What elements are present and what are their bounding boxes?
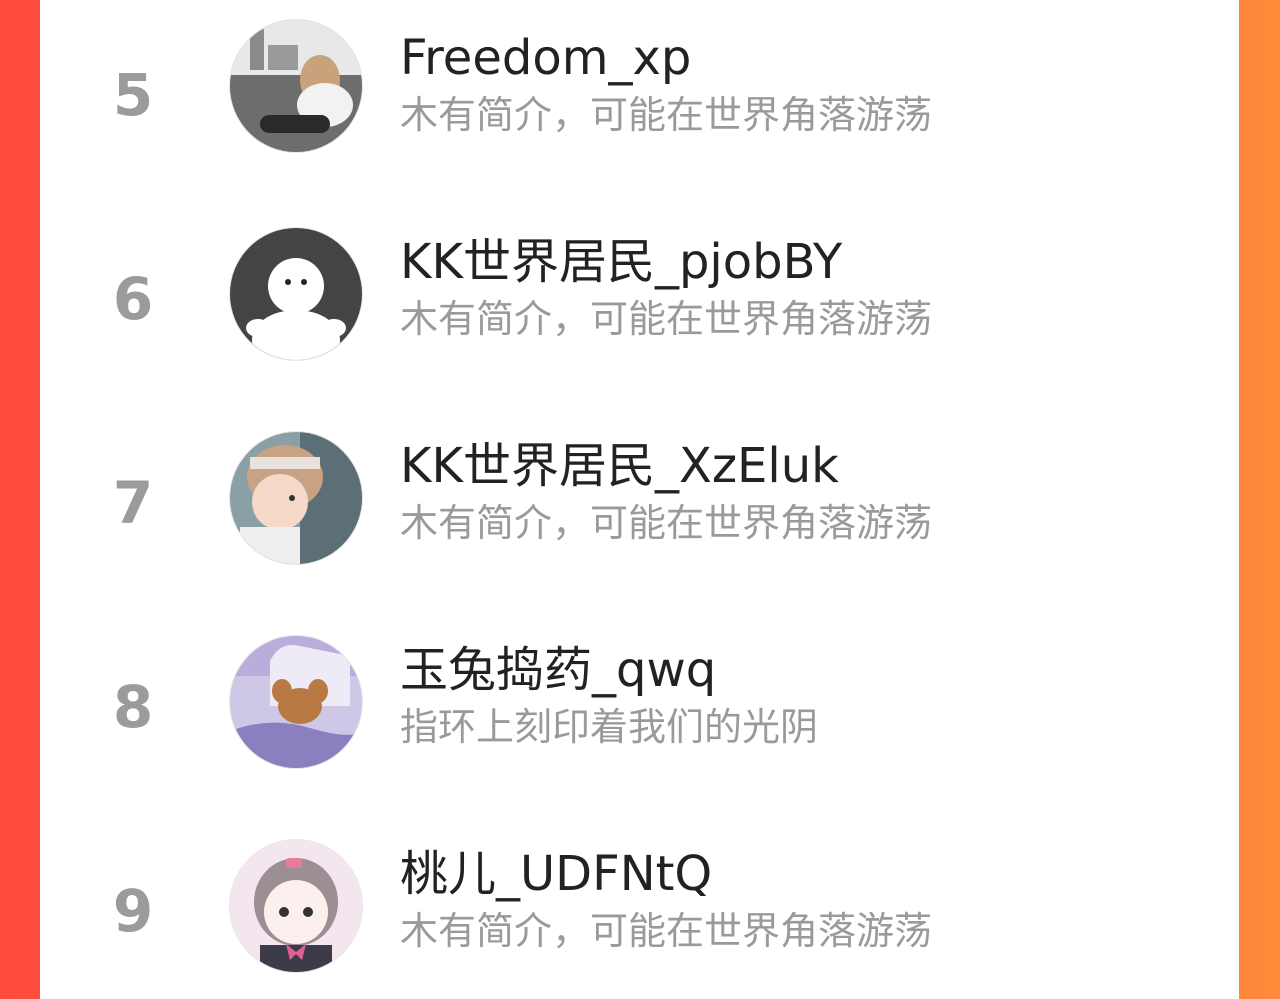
ranking-list-panel: 5 Freedom_xp 木有简介，可能在世界角落游荡 6 KK世界居民_pjo… <box>40 0 1239 999</box>
user-name[interactable]: Freedom_xp <box>400 34 691 82</box>
user-name[interactable]: 桃儿_UDFNtQ <box>400 850 712 898</box>
list-item[interactable]: 5 Freedom_xp 木有简介，可能在世界角落游荡 <box>40 12 1239 172</box>
user-name[interactable]: KK世界居民_XzEluk <box>400 442 839 490</box>
rank-number: 5 <box>112 61 154 129</box>
list-item[interactable]: 6 KK世界居民_pjobBY 木有简介，可能在世界角落游荡 <box>40 216 1239 376</box>
list-item[interactable]: 7 KK世界居民_XzEluk 木有简介，可能在世界角落游荡 <box>40 420 1239 580</box>
user-bio: 木有简介，可能在世界角落游荡 <box>400 501 933 545</box>
user-bio: 木有简介，可能在世界角落游荡 <box>400 93 933 137</box>
child-photo-avatar-icon[interactable] <box>230 432 362 564</box>
rank-number: 7 <box>112 469 154 537</box>
user-bio: 指环上刻印着我们的光阴 <box>400 705 819 749</box>
anime-girl-avatar-icon[interactable] <box>230 840 362 972</box>
rank-number: 9 <box>112 877 154 945</box>
rank-number: 6 <box>112 265 154 333</box>
girl-photo-avatar-icon[interactable] <box>230 20 362 152</box>
user-bio: 木有简介，可能在世界角落游荡 <box>400 297 933 341</box>
list-item[interactable]: 9 桃儿_UDFNtQ 木有简介，可能在世界角落游荡 <box>40 828 1239 988</box>
list-item[interactable]: 8 玉兔捣药_qwq 指环上刻印着我们的光阴 <box>40 624 1239 784</box>
user-name[interactable]: KK世界居民_pjobBY <box>400 238 842 286</box>
cartoon-mouse-avatar-icon[interactable] <box>230 636 362 768</box>
user-bio: 木有简介，可能在世界角落游荡 <box>400 909 933 953</box>
user-name[interactable]: 玉兔捣药_qwq <box>400 646 716 694</box>
rank-number: 8 <box>112 673 154 741</box>
default-avatar-icon[interactable] <box>230 228 362 360</box>
